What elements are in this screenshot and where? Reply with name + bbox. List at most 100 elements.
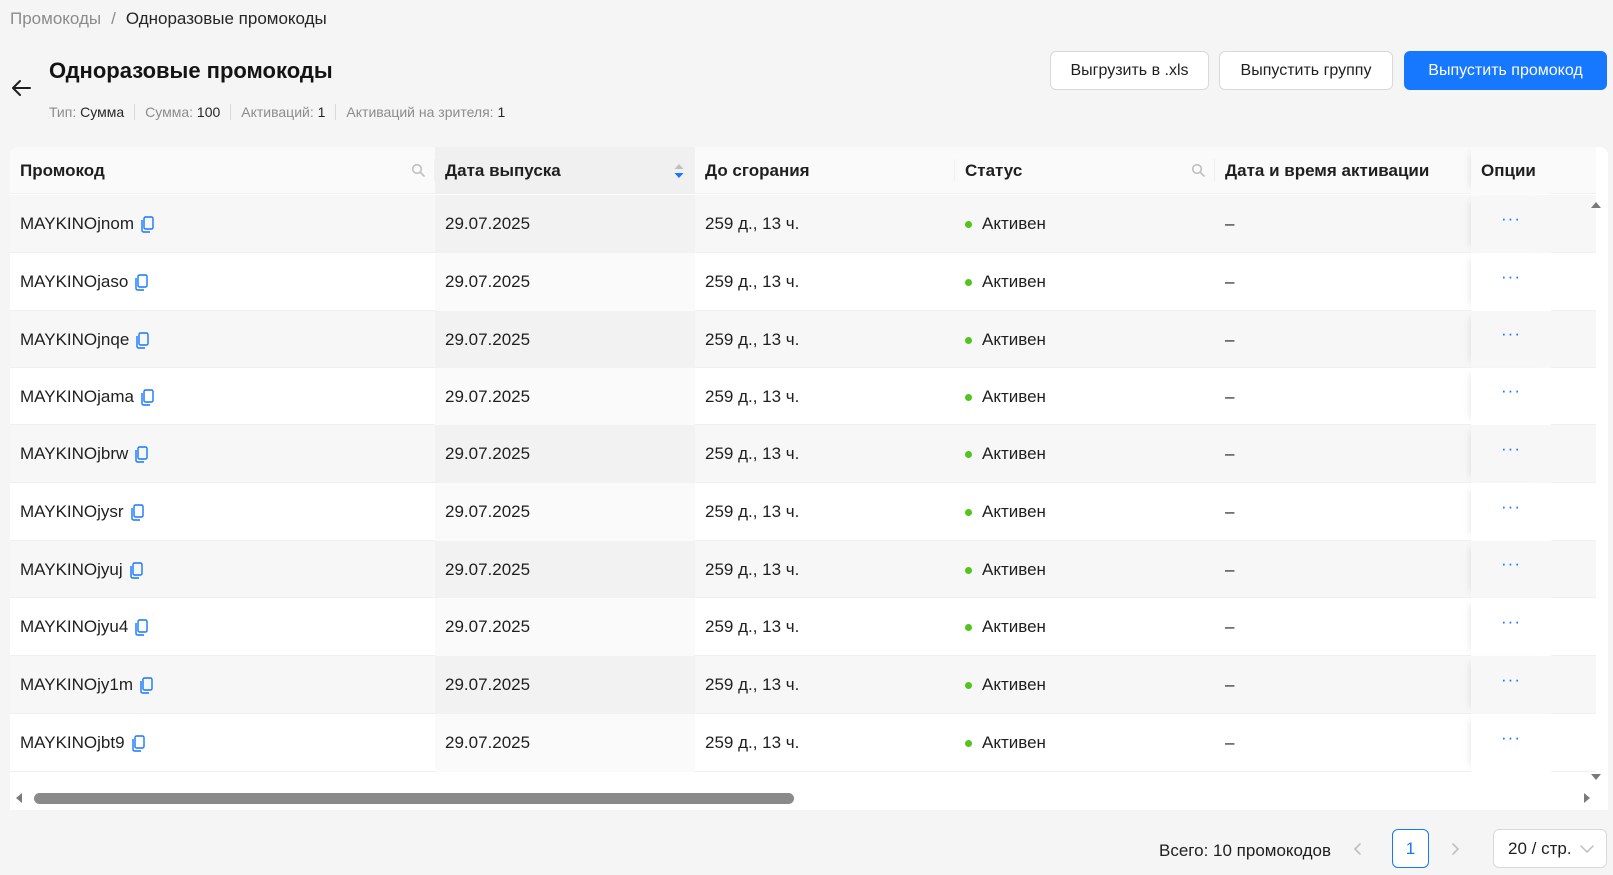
search-icon[interactable] <box>1191 163 1205 177</box>
column-header-activation-datetime: Дата и время активации <box>1225 160 1430 180</box>
issue-promocode-button[interactable]: Выпустить промокод <box>1404 51 1607 90</box>
status-badge: Активен <box>982 444 1046 463</box>
cell-status: Активен <box>955 483 1215 541</box>
cell-issue-date: 29.07.2025 <box>435 598 695 656</box>
copy-icon[interactable] <box>139 676 153 694</box>
status-badge: Активен <box>982 733 1046 752</box>
cell-activation-datetime: – <box>1225 330 1235 349</box>
cell-issue-date: 29.07.2025 <box>435 656 695 714</box>
cell-activation-datetime: – <box>1225 560 1235 579</box>
cell-until-expire: 259 д., 13 ч. <box>705 733 800 752</box>
copy-icon[interactable] <box>140 388 154 406</box>
cell-options: ··· <box>1471 541 1551 598</box>
cell-until-expire: 259 д., 13 ч. <box>705 387 800 406</box>
page-size-select[interactable]: 20 / стр. <box>1493 829 1607 868</box>
table-row: MAYKINOjyu4 29.07.2025 259 д., 13 ч. Активе… <box>10 598 1596 656</box>
column-header-options: Опции <box>1471 147 1551 194</box>
cell-code: MAYKINOjama <box>10 368 435 426</box>
status-dot <box>965 336 972 344</box>
more-options-icon[interactable]: ··· <box>1501 268 1521 285</box>
copy-icon[interactable] <box>140 215 154 233</box>
pagination-page-1[interactable]: 1 <box>1392 829 1429 868</box>
promocode-value: MAYKINOjbt9 <box>20 733 125 752</box>
more-options-icon[interactable]: ··· <box>1501 613 1521 630</box>
more-options-icon[interactable]: ··· <box>1501 210 1521 227</box>
cell-activation-datetime: – <box>1225 502 1235 521</box>
page-title: Одноразовые промокоды <box>49 58 333 83</box>
cell-until-expire: 259 д., 13 ч. <box>705 272 800 291</box>
cell-until-expire: 259 д., 13 ч. <box>705 444 800 463</box>
cell-code: MAYKINOjaso <box>10 253 435 311</box>
cell-status: Активен <box>955 714 1215 772</box>
cell-status: Активен <box>955 311 1215 369</box>
scroll-down-arrow-icon[interactable] <box>1589 772 1603 782</box>
promocode-value: MAYKINOjaso <box>20 272 129 291</box>
status-badge: Активен <box>982 617 1046 636</box>
issue-group-button[interactable]: Выпустить группу <box>1219 51 1393 90</box>
table-row: MAYKINOjnqe 29.07.2025 259 д., 13 ч. Активе… <box>10 311 1596 369</box>
cell-issue-date: 29.07.2025 <box>435 253 695 311</box>
chevron-down-icon <box>1580 845 1594 854</box>
cell-status: Активен <box>955 598 1215 656</box>
more-options-icon[interactable]: ··· <box>1501 671 1521 688</box>
cell-status: Активен <box>955 253 1215 311</box>
copy-icon[interactable] <box>134 445 149 463</box>
cell-activation-datetime: – <box>1225 675 1235 694</box>
table-row: MAYKINOjbt9 29.07.2025 259 д., 13 ч. Активе… <box>10 714 1596 772</box>
back-arrow-icon[interactable] <box>10 77 32 99</box>
cell-activation-datetime: – <box>1225 387 1235 406</box>
scroll-up-arrow-icon[interactable] <box>1589 200 1603 210</box>
copy-icon[interactable] <box>134 618 149 636</box>
cell-activation-datetime: – <box>1225 272 1235 291</box>
column-header-until-expire: До сгорания <box>695 147 955 194</box>
cell-issue-date: 29.07.2025 <box>435 714 695 772</box>
copy-icon[interactable] <box>130 503 144 521</box>
scroll-right-arrow-icon[interactable] <box>1582 792 1592 804</box>
column-header-issue-date[interactable]: Дата выпуска <box>435 147 695 194</box>
cell-issue-date: 29.07.2025 <box>435 541 695 599</box>
cell-issue-date: 29.07.2025 <box>435 311 695 369</box>
cell-until-expire: 259 д., 13 ч. <box>705 560 800 579</box>
pagination-prev-icon[interactable] <box>1350 841 1366 857</box>
column-header-status: Статус <box>955 147 1215 194</box>
copy-icon[interactable] <box>135 331 149 349</box>
search-icon[interactable] <box>411 163 425 177</box>
copy-icon[interactable] <box>134 273 149 291</box>
breadcrumb-current: Одноразовые промокоды <box>125 9 327 28</box>
copy-icon[interactable] <box>131 734 145 752</box>
more-options-icon[interactable]: ··· <box>1501 382 1521 399</box>
table-row: MAYKINOjy1m 29.07.2025 259 д., 13 ч. Активе… <box>10 656 1596 714</box>
more-options-icon[interactable]: ··· <box>1501 440 1521 457</box>
scroll-left-arrow-icon[interactable] <box>14 792 24 804</box>
cell-code: MAYKINOjyuj <box>10 541 435 599</box>
sort-icon[interactable] <box>673 162 685 180</box>
breadcrumb-root-link[interactable]: Промокоды <box>10 9 101 29</box>
promocode-value: MAYKINOjyuj <box>20 560 123 579</box>
promocode-value: MAYKINOjbrw <box>20 444 129 463</box>
status-badge: Активен <box>982 560 1046 579</box>
cell-options: ··· <box>1471 425 1551 483</box>
more-options-icon[interactable]: ··· <box>1501 555 1521 572</box>
cell-options: ··· <box>1471 368 1551 425</box>
table-header: Промокод Дата выпуска До сгорания Статус… <box>10 147 1596 194</box>
meta-activations: Активаций: 1 <box>230 104 335 120</box>
cell-options: ··· <box>1471 598 1551 656</box>
export-xls-button[interactable]: Выгрузить в .xls <box>1050 51 1209 90</box>
status-badge: Активен <box>982 675 1046 694</box>
table-row: MAYKINOjyuj 29.07.2025 259 д., 13 ч. Активе… <box>10 541 1596 599</box>
scrollbar-thumb[interactable] <box>34 793 794 804</box>
more-options-icon[interactable]: ··· <box>1501 729 1521 746</box>
status-dot <box>965 508 972 516</box>
more-options-icon[interactable]: ··· <box>1501 498 1521 515</box>
cell-code: MAYKINOjysr <box>10 483 435 541</box>
more-options-icon[interactable]: ··· <box>1501 325 1521 342</box>
copy-icon[interactable] <box>129 561 143 579</box>
pagination-next-icon[interactable] <box>1447 841 1463 857</box>
cell-code: MAYKINOjbrw <box>10 425 435 483</box>
status-badge: Активен <box>982 214 1046 233</box>
table-row: MAYKINOjaso 29.07.2025 259 д., 13 ч. Активе… <box>10 253 1596 311</box>
cell-options: ··· <box>1471 656 1551 714</box>
status-dot <box>965 220 972 228</box>
promo-meta: Тип: Сумма Сумма: 100 Активаций: 1 Актив… <box>49 104 515 120</box>
horizontal-scrollbar[interactable] <box>10 788 1596 808</box>
